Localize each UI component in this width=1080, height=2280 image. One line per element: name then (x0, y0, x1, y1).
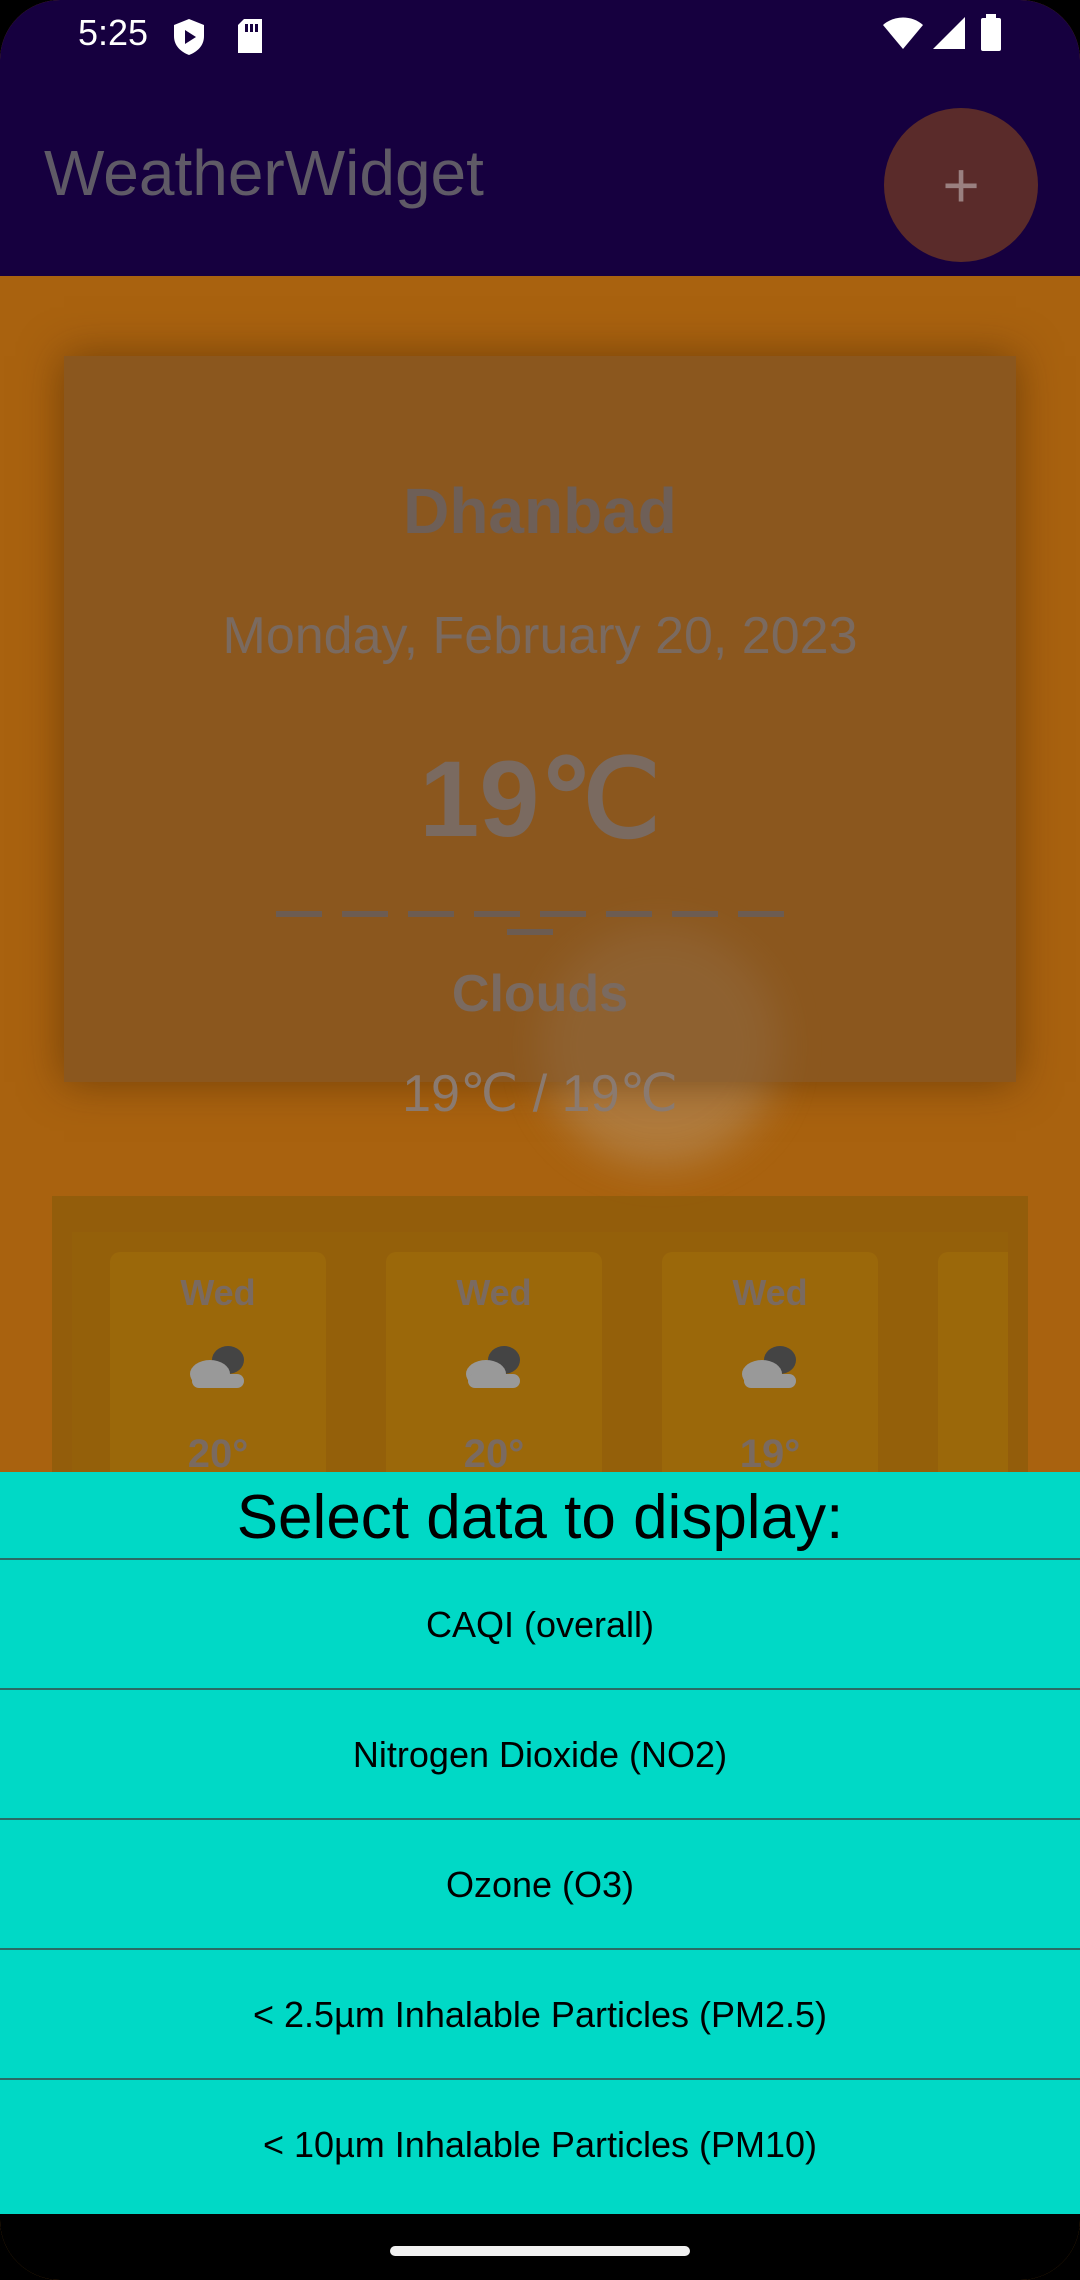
wifi-icon (882, 16, 924, 55)
navigation-bar (0, 2214, 1080, 2280)
app-bar: WeatherWidget + (0, 74, 1080, 276)
cloudy-icon (184, 1342, 252, 1397)
date-label: Monday, February 20, 2023 (222, 607, 858, 665)
home-gesture-handle[interactable] (390, 2246, 690, 2256)
city-name: Dhanbad (403, 475, 677, 547)
option-caqi[interactable]: CAQI (overall) (0, 1558, 1080, 1690)
screen: 5:25 WeatherWidget + Dhanbad Monday, Feb… (0, 0, 1080, 2280)
forecast-day: Wed (456, 1272, 532, 1313)
status-bar: 5:25 (0, 0, 1080, 74)
forecast-day: Wed (732, 1272, 808, 1313)
sd-card-icon (236, 18, 264, 59)
status-time: 5:25 (78, 12, 149, 53)
shield-play-icon (172, 18, 206, 61)
forecast-temp: 19° (739, 1432, 801, 1476)
forecast-day: Wed (180, 1272, 256, 1313)
option-no2[interactable]: Nitrogen Dioxide (NO2) (0, 1688, 1080, 1820)
cloudy-icon (460, 1342, 528, 1397)
option-o3[interactable]: Ozone (O3) (0, 1818, 1080, 1950)
battery-icon (980, 14, 1002, 57)
plus-icon: + (942, 149, 980, 221)
current-weather-card: Dhanbad Monday, February 20, 2023 19℃ Cl… (64, 356, 1016, 1123)
cloudy-icon (736, 1342, 804, 1397)
sheet-title: Select data to display: (236, 1483, 844, 1552)
forecast-temp: 20° (187, 1432, 249, 1476)
weather-content: Dhanbad Monday, February 20, 2023 19℃ Cl… (0, 276, 1080, 1532)
divider-dashes (252, 904, 828, 935)
signal-icon (932, 16, 966, 55)
data-selection-sheet: Select data to display: CAQI (overall) N… (0, 1472, 1080, 2214)
option-pm25[interactable]: < 2.5µm Inhalable Particles (PM2.5) (0, 1948, 1080, 2080)
app-title: WeatherWidget (44, 137, 484, 209)
option-pm10[interactable]: < 10µm Inhalable Particles (PM10) (0, 2078, 1080, 2210)
current-temperature: 19℃ (419, 738, 661, 859)
forecast-temp: 20° (463, 1432, 525, 1476)
min-max-temperature: 19℃ / 19℃ (402, 1065, 678, 1123)
weather-condition: Clouds (451, 965, 629, 1023)
add-location-button[interactable]: + (884, 108, 1038, 262)
forecast-strip[interactable]: Wed 20° Wed 20° Wed 19° (52, 1196, 1028, 1532)
